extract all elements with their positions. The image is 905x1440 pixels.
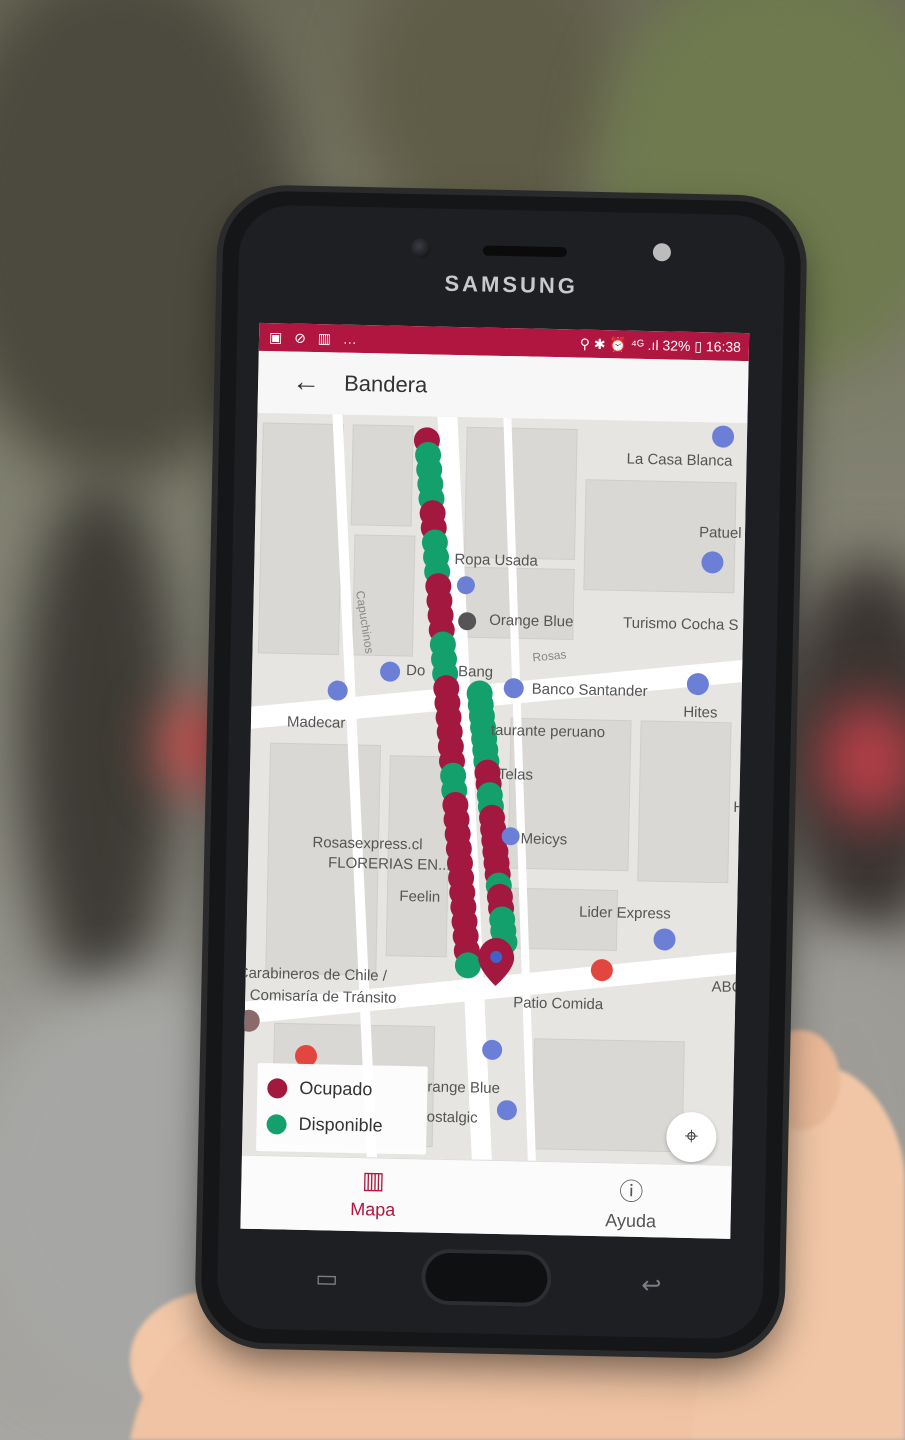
map-label: Ropa Usada <box>454 550 538 570</box>
map-view[interactable]: La Casa Blanca Patuel Ropa Usada Orange … <box>241 412 748 1165</box>
shopping-poi-icon <box>327 680 348 701</box>
map-label: Hites <box>683 703 718 722</box>
status-left-icons: ▣ ⊘ ▥ … <box>268 329 362 347</box>
legend-item-disponible: Disponible <box>266 1113 383 1136</box>
nav-item-mapa[interactable]: ▥ Mapa <box>303 1165 444 1222</box>
phone-front: SAMSUNG ▣ ⊘ ▥ … ⚲ ✱ ⏰ ⁴ᴳ .ıl 32% ▯ 16:38… <box>216 204 786 1340</box>
nav-item-ayuda[interactable]: ⓘ Ayuda <box>560 1170 701 1233</box>
map-label: FLORERIAS EN... <box>327 854 451 874</box>
map-label: 2 Comisaría de Tránsito <box>241 986 397 1007</box>
map-label: Turismo Cocha S <box>622 614 739 634</box>
map-label: Carabineros de Chile / <box>241 964 388 985</box>
page-title: Bandera <box>343 370 428 398</box>
status-right-info: ⚲ ✱ ⏰ ⁴ᴳ .ıl 32% ▯ 16:38 <box>579 335 742 355</box>
map-label: H <box>733 798 745 817</box>
legend-label: Ocupado <box>299 1077 373 1100</box>
map-label: Orange Blue <box>488 611 574 631</box>
recent-apps-key-icon[interactable]: ▭ <box>315 1264 338 1293</box>
map-label: Do <box>405 661 426 680</box>
map-label: Banco Santander <box>531 680 648 701</box>
map-legend: Ocupado Disponible <box>256 1062 428 1155</box>
map-label: Lider Express <box>578 903 671 923</box>
back-key-icon[interactable]: ↩ <box>641 1271 662 1300</box>
legend-swatch-disponible <box>266 1113 287 1135</box>
legend-label: Disponible <box>298 1113 383 1136</box>
back-arrow-icon[interactable]: ← <box>292 366 321 399</box>
shopping-poi-icon <box>496 1100 517 1121</box>
brand-logo: SAMSUNG <box>444 270 579 299</box>
map-label: Telas <box>497 765 534 784</box>
shopping-poi-icon <box>712 425 735 448</box>
phone-screen: ▣ ⊘ ▥ … ⚲ ✱ ⏰ ⁴ᴳ .ıl 32% ▯ 16:38 ← Bande… <box>240 322 750 1239</box>
bottom-navigation: ▥ Mapa ⓘ Ayuda <box>240 1154 732 1239</box>
map-label: Bang <box>457 663 494 681</box>
cart-poi-icon <box>653 928 676 951</box>
legend-item-ocupado: Ocupado <box>267 1077 373 1100</box>
nav-label-ayuda: Ayuda <box>605 1210 657 1232</box>
map-canvas <box>241 412 748 1165</box>
info-icon: ⓘ <box>618 1178 644 1207</box>
map-label: Madecar <box>286 713 346 732</box>
map-label: ostalgic <box>426 1108 478 1127</box>
front-camera <box>410 238 432 259</box>
smartphone: SAMSUNG ▣ ⊘ ▥ … ⚲ ✱ ⏰ ⁴ᴳ .ıl 32% ▯ 16:38… <box>200 190 802 1354</box>
app-bar: ← Bandera <box>257 350 749 424</box>
nav-label-mapa: Mapa <box>350 1198 396 1220</box>
earpiece-speaker <box>482 245 568 258</box>
map-label: Rosasexpress.cl <box>312 834 423 854</box>
shopping-poi-icon <box>380 661 401 682</box>
map-label: Patio Comida <box>512 994 604 1014</box>
map-label: Meicys <box>520 830 568 849</box>
map-icon: ▥ <box>361 1167 386 1195</box>
proximity-sensor <box>652 243 672 262</box>
map-label: Feelin <box>399 887 441 906</box>
map-label: taurante peruano <box>490 721 606 742</box>
map-label: La Casa Blanca <box>626 450 733 470</box>
legend-swatch-ocupado <box>267 1077 288 1099</box>
crosshair-icon: ⌖ <box>684 1122 699 1151</box>
home-button[interactable] <box>420 1248 552 1308</box>
map-label: range Blue <box>427 1078 501 1098</box>
map-label: Patuel <box>698 524 742 542</box>
map-label: ABC <box>711 978 743 997</box>
